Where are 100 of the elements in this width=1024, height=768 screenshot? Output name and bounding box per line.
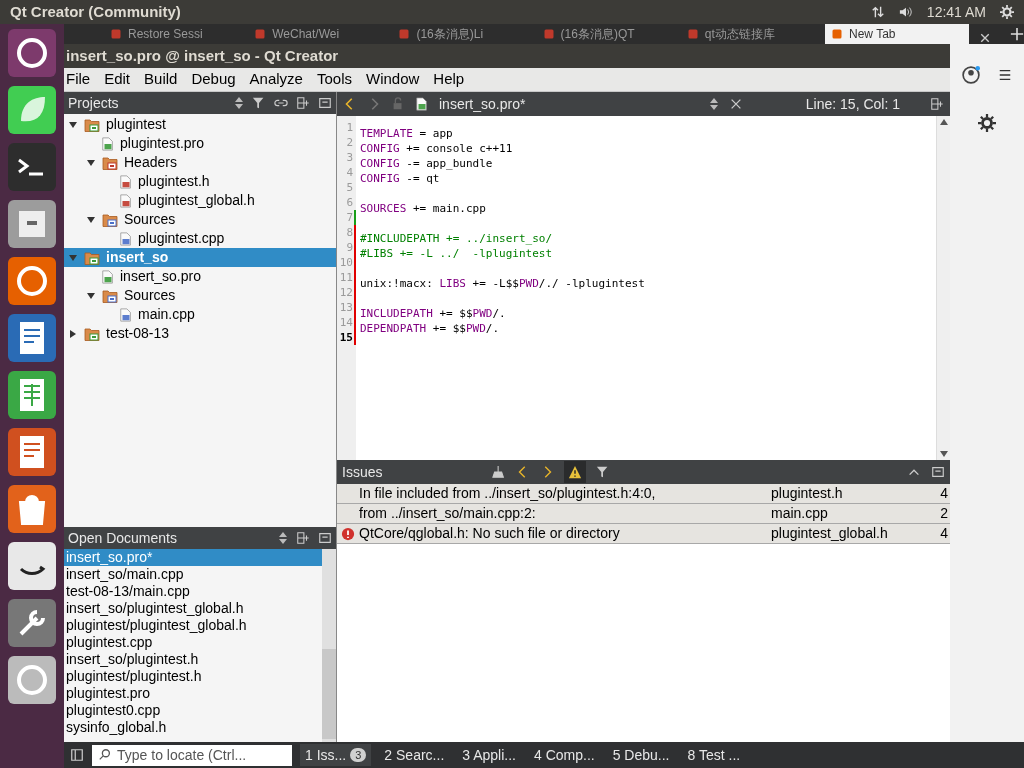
document-item[interactable]: plugintest0.cpp [64, 702, 322, 719]
line-number: 6 [345, 195, 354, 210]
close-pane-icon[interactable] [931, 465, 945, 479]
tree-item[interactable]: Sources [64, 286, 336, 305]
split-icon[interactable] [296, 96, 310, 110]
browser-tab[interactable]: New Tab [825, 24, 970, 44]
tree-item[interactable]: insert_so.pro [64, 267, 336, 286]
browser-tab[interactable]: qt动态链接库 [680, 24, 825, 44]
collapsed-arrow-icon[interactable] [68, 328, 78, 339]
broom-icon[interactable] [492, 465, 506, 479]
output-pane-button[interactable]: 2 Searc... [379, 744, 450, 766]
menu-item[interactable]: Build [144, 68, 178, 91]
filter-icon[interactable] [596, 465, 610, 479]
menu-item[interactable]: Edit [104, 68, 131, 91]
sidebar-toggle-icon[interactable] [70, 748, 84, 762]
output-pane-button[interactable]: 1 Iss... 3 [300, 744, 372, 766]
code-line: CONFIG += console c++11 [360, 142, 513, 155]
line-number: 11 [338, 270, 354, 285]
tree-item[interactable]: plugintest.cpp [64, 229, 336, 248]
browser-tab[interactable]: WeChat/Wei [248, 24, 393, 44]
plus-icon[interactable] [1009, 27, 1024, 41]
scrollbar[interactable] [322, 549, 336, 742]
scrollbar[interactable] [936, 116, 950, 460]
issue-row[interactable]: In file included from ../insert_so/plugintest.h:4:0, plugintest.h 4 [337, 484, 950, 504]
menu-item[interactable]: Help [433, 68, 465, 91]
open-file-name[interactable]: insert_so.pro* [439, 93, 699, 115]
document-item[interactable]: plugintest/plugintest_global.h [64, 617, 322, 634]
expanded-arrow-icon[interactable] [86, 290, 96, 301]
split-icon[interactable] [296, 531, 310, 545]
tree-item[interactable]: Headers [64, 153, 336, 172]
file-cabinet-icon[interactable] [7, 199, 57, 249]
tree-item[interactable]: plugintest.pro [64, 134, 336, 153]
output-pane-button[interactable]: 8 Test ... [682, 744, 746, 766]
issue-row[interactable]: QtCore/qglobal.h: No such file or directory plugintest_global.h 4 [337, 524, 950, 544]
spreadsheet-icon[interactable] [7, 370, 57, 420]
expanded-arrow-icon[interactable] [68, 119, 78, 130]
locator-field[interactable]: Type to locate (Ctrl... [92, 744, 292, 766]
account-icon[interactable] [962, 66, 980, 84]
tree-item[interactable]: plugintest [64, 115, 336, 134]
close-pane-icon[interactable] [318, 531, 332, 545]
tree-item[interactable]: Sources [64, 210, 336, 229]
scroll-down-icon[interactable] [938, 450, 949, 458]
output-pane-button[interactable]: 5 Debu... [607, 744, 675, 766]
document-item[interactable]: insert_so/plugintest_global.h [64, 600, 322, 617]
close-icon[interactable] [729, 97, 743, 111]
document-item[interactable]: insert_so/main.cpp [64, 566, 322, 583]
lock-icon [391, 97, 405, 111]
document-item[interactable]: test-08-13/main.cpp [64, 583, 322, 600]
document-item[interactable]: plugintest/plugintest.h [64, 668, 322, 685]
line-number: 13 [338, 300, 354, 315]
expanded-arrow-icon[interactable] [86, 157, 96, 168]
close-icon[interactable] [978, 32, 991, 44]
cursor-position[interactable]: Line: 15, Col: 1 [805, 93, 900, 115]
warning-icon [568, 465, 582, 479]
output-pane-button[interactable]: 3 Appli... [457, 744, 521, 766]
menu-item[interactable]: Debug [191, 68, 236, 91]
volume-icon[interactable] [898, 5, 913, 19]
split-icon[interactable] [930, 97, 944, 111]
shopping-bag-icon[interactable] [7, 484, 57, 534]
output-pane-button[interactable]: 4 Comp... [529, 744, 600, 766]
network-arrows-icon[interactable] [870, 5, 885, 19]
code-line: #LIBS += -L ../ -lplugintest [360, 247, 553, 260]
issue-row[interactable]: from ../insert_so/main.cpp:2: main.cpp 2 [337, 504, 950, 524]
document-item[interactable]: insert_so/plugintest.h [64, 651, 322, 668]
tree-item[interactable]: test-08-13 [64, 324, 336, 343]
tree-item[interactable]: plugintest_global.h [64, 191, 336, 210]
document-item[interactable]: sysinfo_global.h [64, 719, 322, 736]
document-item[interactable]: plugintest.pro [64, 685, 322, 702]
menu-item[interactable]: Analyze [249, 68, 303, 91]
close-pane-icon[interactable] [318, 96, 332, 110]
menu-item[interactable]: File [66, 68, 91, 91]
sort-arrows-icon[interactable] [709, 97, 719, 111]
terminal-icon[interactable] [7, 142, 57, 192]
warning-filter-toggle[interactable] [564, 461, 586, 483]
browser-tab[interactable]: (16条消息)QT [536, 24, 681, 44]
menu-item[interactable]: Window [366, 68, 420, 91]
code-line: unix:!macx: LIBS += -L$$PWD/./ -lplugintest [360, 277, 645, 290]
tree-item[interactable]: insert_so [64, 248, 336, 267]
clock-text[interactable]: 12:41 AM [926, 1, 986, 23]
document-item[interactable]: plugintest.cpp [64, 634, 322, 651]
tree-item[interactable]: plugintest.h [64, 172, 336, 191]
scroll-up-icon[interactable] [938, 118, 949, 126]
sort-arrows-icon[interactable] [278, 531, 288, 545]
menu-icon[interactable] [998, 68, 1012, 82]
file-icon [119, 173, 133, 190]
expanded-arrow-icon[interactable] [86, 214, 96, 225]
sort-arrows-icon[interactable] [234, 96, 244, 110]
filter-icon[interactable] [252, 96, 266, 110]
presentation-icon[interactable] [7, 427, 57, 477]
line-number: 14 [338, 315, 354, 330]
document-item[interactable]: insert_so.pro* [64, 549, 322, 566]
menu-item[interactable]: Tools [316, 68, 352, 91]
panel-title: Issues [342, 462, 384, 482]
code-line: DEPENDPATH += $$PWD/. [360, 322, 500, 335]
tree-item[interactable]: main.cpp [64, 305, 336, 324]
browser-tab[interactable]: Restore Sessi [104, 24, 249, 44]
document-icon[interactable] [7, 313, 57, 363]
browser-tab[interactable]: (16条消息)Li [392, 24, 537, 44]
wrench-icon[interactable] [7, 598, 57, 648]
settings-icon[interactable] [978, 114, 996, 132]
